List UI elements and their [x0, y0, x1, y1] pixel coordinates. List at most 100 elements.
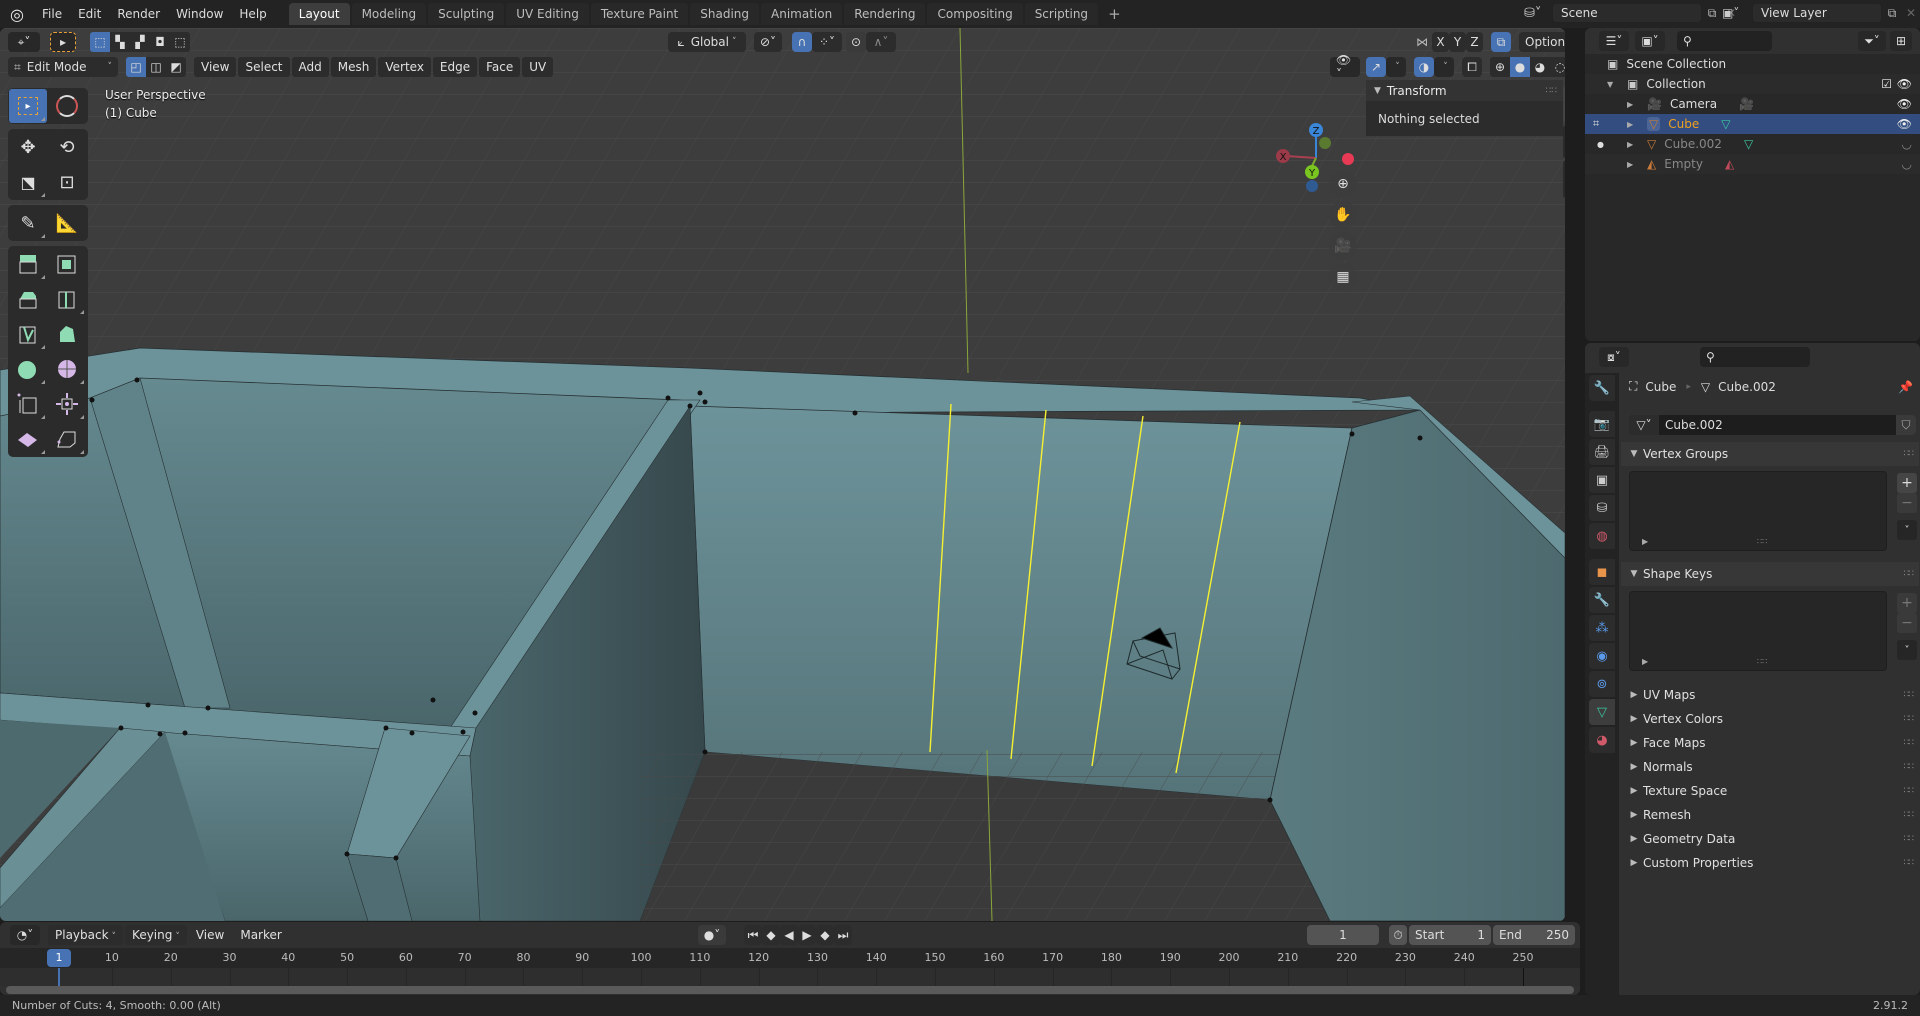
move-tool[interactable]: ✥	[9, 130, 47, 164]
expand-triangle-icon[interactable]: ▶	[1627, 140, 1641, 149]
section-uv-maps[interactable]: ▶ UV Maps ∷∷	[1621, 683, 1919, 707]
shape-key-specials-button[interactable]: ˅	[1897, 640, 1917, 660]
drag-grip-icon[interactable]: ∷∷	[1904, 569, 1915, 579]
expand-triangle-icon[interactable]: ▶	[1627, 160, 1641, 169]
remove-shape-key-button[interactable]: −	[1897, 613, 1917, 633]
scale-tool[interactable]: ⬔	[9, 165, 47, 199]
exclude-checkbox[interactable]: ☑	[1881, 77, 1892, 91]
frame-ruler[interactable]: 1 10 20 30 40 50 60 70 80 90 100 110 120 130 140 150 16…	[0, 948, 1580, 968]
visibility-dropdown[interactable]: 👁˅	[1330, 53, 1360, 81]
add-workspace-button[interactable]: +	[1100, 0, 1129, 28]
section-vertex-colors[interactable]: ▶ Vertex Colors ∷∷	[1621, 707, 1919, 731]
eye-icon[interactable]: 👁	[1897, 77, 1912, 91]
expand-triangle-icon[interactable]: ▼	[1607, 80, 1621, 89]
shrink-fatten-tool[interactable]	[48, 387, 86, 421]
overlays-dropdown[interactable]: ˅	[1434, 57, 1454, 77]
vertex-select-mode[interactable]: ◰	[126, 57, 146, 77]
mirror-y-toggle[interactable]: Y	[1449, 32, 1466, 52]
tab-tool[interactable]: 🔧	[1589, 375, 1615, 401]
select-extend-button[interactable]: ▚	[110, 32, 130, 52]
pan-view-button[interactable]: ✋	[1329, 201, 1357, 229]
tab-view-layer[interactable]: ▣	[1589, 467, 1615, 493]
new-view-layer-icon[interactable]: ⧉	[1882, 6, 1902, 21]
fake-user-shield-icon[interactable]: ⛉	[1896, 415, 1916, 435]
new-scene-icon[interactable]: ⧉	[1702, 6, 1722, 21]
mesh-data-icon[interactable]: ▽	[1721, 117, 1730, 131]
section-remesh[interactable]: ▶ Remesh ∷∷	[1621, 803, 1919, 827]
expand-triangle-icon[interactable]: ▶	[1642, 657, 1648, 666]
tab-particles[interactable]: ⁂	[1589, 615, 1615, 641]
section-normals[interactable]: ▶ Normals ∷∷	[1621, 755, 1919, 779]
outliner-row-cube[interactable]: ⌗ ▶ ▽ Cube ▽ 👁	[1585, 114, 1920, 134]
drag-grip-icon[interactable]: ∷∷	[1904, 449, 1915, 459]
select-tool-button[interactable]: ▸	[50, 32, 76, 52]
tab-texture-paint[interactable]: Texture Paint	[590, 3, 689, 25]
display-mode-dropdown[interactable]: ▣˅	[1635, 31, 1665, 51]
3d-viewport[interactable]: ⌖˅ ▸ ⬚ ▚ ▞ ◘ ⬚ ⟀ Global ˅ ⊘˅ ∩ ⁘˅ ⊙ ∧˅ ⋈ X…	[0, 28, 1565, 921]
tab-material[interactable]: ◕	[1589, 727, 1615, 753]
extrude-tool[interactable]	[9, 247, 47, 281]
face-select-mode[interactable]: ◩	[166, 57, 186, 77]
edit-mode-indicator-icon[interactable]: ⌗	[1593, 117, 1599, 131]
tab-modeling[interactable]: Modeling	[351, 3, 427, 25]
timeline-menu-marker[interactable]: Marker	[233, 925, 288, 945]
gizmo-toggle[interactable]: ↗	[1366, 57, 1386, 77]
solid-shading[interactable]: ●	[1510, 57, 1530, 77]
properties-search[interactable]: ⚲	[1700, 347, 1810, 367]
viewport-menu-edge[interactable]: Edge	[432, 57, 478, 77]
tab-scripting[interactable]: Scripting	[1024, 3, 1099, 25]
view-layer-icon[interactable]: ▣˅	[1722, 6, 1752, 20]
measure-tool[interactable]: 📐	[48, 206, 86, 240]
viewport-menu-face[interactable]: Face	[479, 57, 521, 77]
expand-triangle-icon[interactable]: ▶	[1627, 120, 1641, 129]
menu-render[interactable]: Render	[109, 0, 168, 28]
sidebar-tab-view[interactable]: View	[1563, 160, 1565, 199]
inset-faces-tool[interactable]	[48, 247, 86, 281]
outliner-search[interactable]: ⚲	[1677, 31, 1772, 51]
drag-grip-icon[interactable]: ∷∷	[1904, 786, 1915, 796]
viewport-menu-uv[interactable]: UV	[522, 57, 554, 77]
section-shape-keys[interactable]: ▼ Shape Keys ∷∷	[1621, 562, 1919, 586]
wireframe-shading[interactable]: ⊕	[1490, 57, 1510, 77]
section-face-maps[interactable]: ▶ Face Maps ∷∷	[1621, 731, 1919, 755]
pin-icon[interactable]: 📌	[1898, 380, 1913, 394]
area-divider[interactable]	[1580, 922, 1584, 995]
viewport-menu-vertex[interactable]: Vertex	[378, 57, 431, 77]
end-frame-field[interactable]: End 250	[1493, 925, 1575, 945]
tab-mesh-data[interactable]: ▽	[1589, 699, 1615, 725]
new-collection-button[interactable]: ⊞	[1890, 31, 1912, 51]
menu-window[interactable]: Window	[168, 0, 231, 28]
drag-grip-icon[interactable]: ∷∷	[1904, 690, 1915, 700]
tab-constraints[interactable]: ⊚	[1589, 671, 1615, 697]
zoom-view-button[interactable]: ⊕	[1329, 170, 1357, 198]
blender-logo-icon[interactable]: ◎	[0, 5, 34, 24]
mesh-datablock-field[interactable]: ▽˅ Cube.002 ⛉	[1629, 415, 1916, 435]
play-button[interactable]: ▶	[798, 925, 816, 945]
rotate-tool[interactable]: ⟲	[48, 130, 86, 164]
next-keyframe-button[interactable]: ◆	[816, 925, 834, 945]
section-texture-space[interactable]: ▶ Texture Space ∷∷	[1621, 779, 1919, 803]
scene-icon[interactable]: ⛁˅	[1524, 6, 1552, 21]
remove-vertex-group-button[interactable]: −	[1897, 493, 1917, 513]
outliner-row-empty[interactable]: ▶ ◭ Empty ◭ ◡	[1585, 154, 1920, 174]
viewport-menu-view[interactable]: View	[194, 57, 237, 77]
outliner-row-camera[interactable]: ▶ 🎥 Camera 🎥 👁	[1585, 94, 1920, 114]
mode-dot-icon[interactable]: ●	[1597, 140, 1604, 149]
gizmo-neg-x[interactable]	[1342, 153, 1354, 165]
resize-grip-icon[interactable]: ∷∷	[1757, 537, 1767, 546]
tab-object[interactable]: ◼	[1589, 559, 1615, 585]
jump-end-button[interactable]: ⏭	[834, 925, 852, 945]
mirror-z-toggle[interactable]: Z	[1466, 32, 1483, 52]
drag-grip-icon[interactable]: ∷∷	[1904, 810, 1915, 820]
select-subtract-button[interactable]: ▞	[130, 32, 150, 52]
timeline-menu-view[interactable]: View	[189, 925, 231, 945]
tab-modifiers[interactable]: 🔧	[1589, 587, 1615, 613]
rip-region-tool[interactable]	[48, 422, 86, 456]
menu-file[interactable]: File	[34, 0, 70, 28]
sidebar-tab-item[interactable]: Item	[1563, 86, 1565, 124]
hidden-eye-icon[interactable]: ◡	[1902, 137, 1912, 151]
mode-dropdown[interactable]: ⌗ Edit Mode ˅	[8, 57, 118, 77]
tab-rendering[interactable]: Rendering	[844, 3, 926, 25]
annotate-tool[interactable]: ✎	[9, 206, 47, 240]
edge-select-mode[interactable]: ◫	[146, 57, 166, 77]
